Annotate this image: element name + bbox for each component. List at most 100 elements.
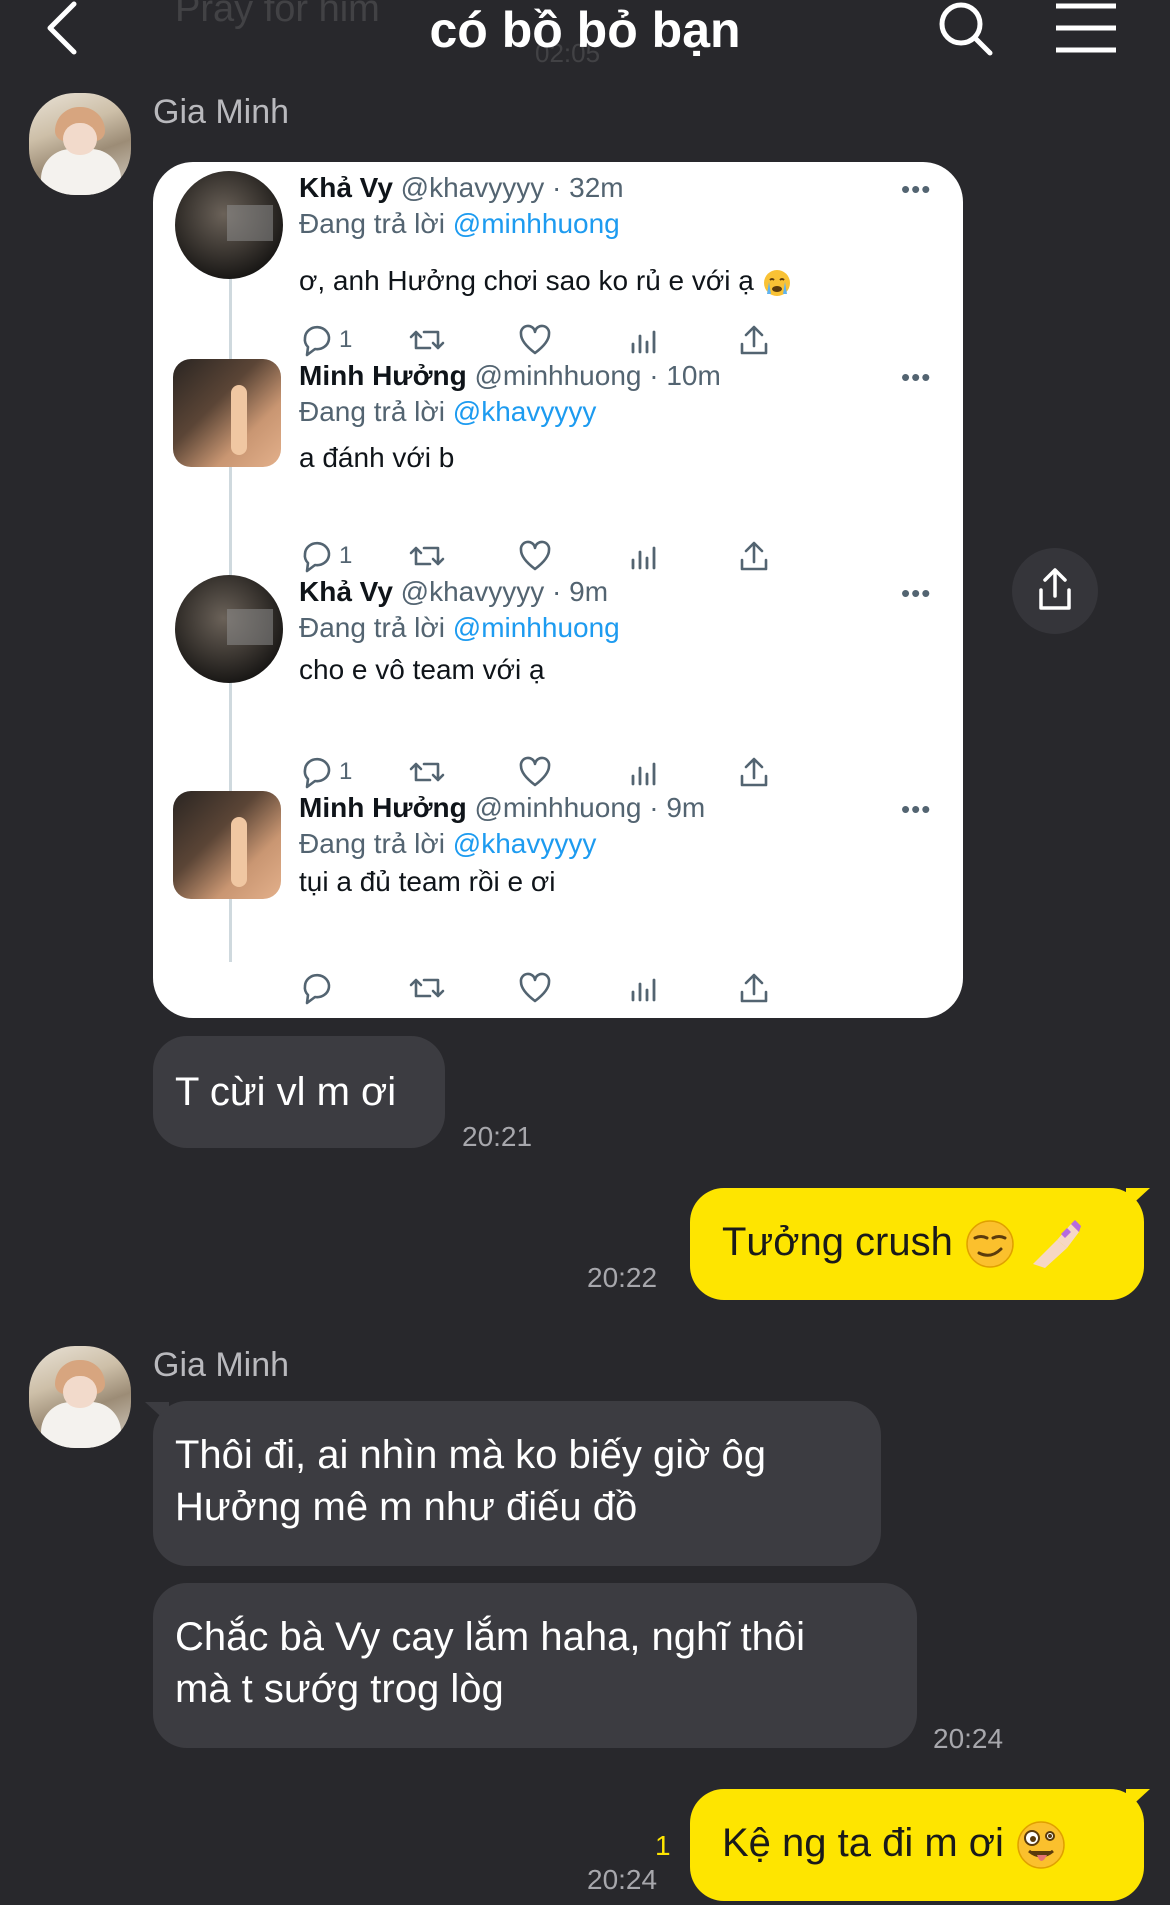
message-bubble[interactable]: Thôi đi, ai nhìn mà ko biếy giờ ôg Hưởng… [153,1401,881,1566]
like-action [517,968,553,1008]
my-message-bubble[interactable]: Kệ ng ta đi m ơi [690,1789,1144,1901]
retweet-icon [409,978,445,998]
message-bubble[interactable]: T cừi vl m ơi [153,1036,445,1148]
upload-icon [740,757,768,787]
retweet-action [407,968,447,1008]
tweet-text: ơ, anh Hưởng chơi sao ko rủ e với ạ [299,265,754,296]
bubble-tail [1126,1188,1150,1210]
tweet-avatar [173,791,281,899]
tweet-avatar [175,171,283,279]
tweet-actions: 1 [299,320,919,360]
retweet-action [407,752,447,792]
tweet-author: Minh Hưởng [299,792,467,823]
like-icon [519,540,551,571]
zany-face-emoji [1017,1821,1065,1870]
message-time: 20:22 [587,1262,658,1293]
views-action [629,320,659,360]
nail-polish-emoji [1033,1220,1082,1269]
message-time: 20:21 [462,1121,533,1152]
message-line: Chắc bà Vy cay lắm haha, nghĩ thôi [175,1615,805,1659]
reply-action: 1 [299,320,352,360]
reply-count: 1 [339,326,353,353]
reply-prefix: Đang trả lời [299,396,453,427]
tweet-meta: @khavyyyy · 32m [400,172,624,203]
like-icon [519,756,551,787]
avatar[interactable] [29,1346,131,1448]
message-line: Hưởng mê m như điếu đồ [175,1485,638,1529]
reply-icon [303,757,331,789]
share-icon [1039,568,1071,610]
like-action [517,536,553,576]
avatar[interactable] [29,93,131,195]
upload-action [737,320,771,360]
like-icon [519,972,551,1003]
crying-face-emoji [763,269,790,296]
views-icon [631,546,656,570]
mention: @minhhuong [452,612,620,643]
sender-name: Gia Minh [153,93,290,131]
tweet-meta: @minhhuong · 9m [474,792,706,823]
like-icon [519,324,551,355]
my-message-bubble[interactable]: Tưởng crush [690,1188,1144,1300]
like-action [517,320,553,360]
mention: @khavyyyy [452,396,597,427]
menu-icon [1056,3,1116,53]
message-time: 20:24 [587,1864,658,1895]
message-bubble[interactable]: Chắc bà Vy cay lắm haha, nghĩ thôi mà t … [153,1583,917,1748]
reply-icon [303,325,331,357]
views-action [629,536,659,576]
sender-name: Gia Minh [153,1346,290,1384]
tweet-actions: 1 [299,752,919,792]
tweet-meta: @khavyyyy · 9m [400,576,609,607]
reply-prefix: Đang trả lời [299,612,453,643]
retweet-action [407,536,447,576]
smirk-emoji [966,1220,1014,1269]
tweet-text: tụi a đủ team rồi e ơi [299,866,556,897]
retweet-icon [409,762,445,782]
reply-action: 1 [299,752,352,792]
chat-header: Pray for him 02:05 có bồ bỏ bạn [0,0,1170,70]
upload-action [737,968,771,1008]
tweet-avatar [173,359,281,467]
tweet-avatar [175,575,283,683]
reply-icon [303,973,331,1005]
tweet-meta: @minhhuong · 10m [474,360,721,391]
upload-action [737,536,771,576]
retweet-action [407,320,447,360]
tweet-text: cho e vô team với ạ [299,654,545,685]
message-text: Kệ ng ta đi m ơi [722,1821,1004,1865]
mention: @minhhuong [452,208,620,239]
upload-icon [740,325,768,355]
message-time: 20:24 [933,1723,1004,1754]
message-text: Tưởng crush [722,1220,953,1264]
reply-prefix: Đang trả lời [299,828,453,859]
mention: @khavyyyy [452,828,597,859]
tweet-text: a đánh với b [299,442,455,473]
like-action [517,752,553,792]
tweet-author: Khả Vy [299,172,393,203]
message-line: Thôi đi, ai nhìn mà ko biếy giờ ôg [175,1433,766,1477]
more-icon: ••• [901,174,932,204]
tweet-actions [299,968,919,1008]
views-icon [631,330,656,354]
upload-icon [740,541,768,571]
tweet-author: Minh Hưởng [299,360,467,391]
views-action [629,752,659,792]
upload-icon [740,973,768,1003]
reply-count: 1 [339,758,353,785]
search-button[interactable] [930,0,1000,60]
more-icon: ••• [901,794,932,824]
retweet-icon [409,330,445,350]
upload-action [737,752,771,792]
views-icon [631,978,656,1002]
search-icon [939,2,993,56]
more-icon: ••• [901,578,932,608]
more-icon: ••• [901,362,932,392]
bubble-tail [1126,1789,1150,1811]
reply-action [299,968,333,1008]
reply-count: 1 [339,542,353,569]
menu-button[interactable] [1050,0,1120,60]
retweet-icon [409,546,445,566]
share-button[interactable] [1012,548,1098,634]
shared-tweet-thread-image[interactable]: Khả Vy @khavyyyy · 32m ••• Đang trả lời … [153,162,963,1018]
